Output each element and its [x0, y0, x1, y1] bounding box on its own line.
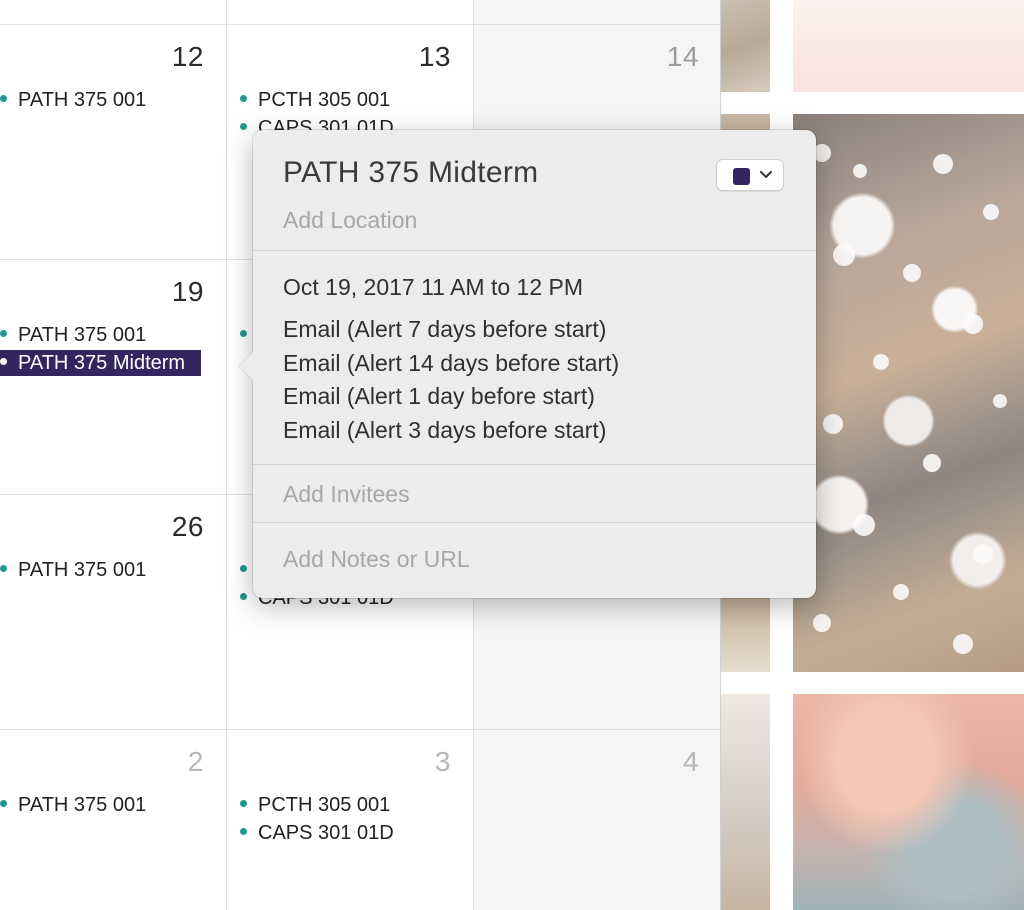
event-dot-icon — [240, 330, 247, 338]
divider — [253, 250, 816, 251]
alert-item[interactable]: Email (Alert 3 days before start) — [283, 417, 606, 444]
calendar-event[interactable]: CAPS 301 01D — [240, 820, 394, 846]
photo-tile — [721, 0, 770, 92]
alert-item[interactable]: Email (Alert 1 day before start) — [283, 383, 595, 410]
event-title[interactable]: PATH 375 Midterm — [283, 156, 538, 190]
event-dot-icon — [0, 800, 7, 808]
event-dot-icon — [240, 800, 247, 808]
calendar-event[interactable]: PATH 375 001 — [0, 322, 146, 348]
photo-tile — [793, 0, 1024, 92]
day-number: 26 — [171, 511, 204, 542]
event-detail-popover: PATH 375 Midterm Add Location Oct 19, 20… — [239, 130, 816, 598]
event-datetime[interactable]: Oct 19, 2017 11 AM to 12 PM — [283, 274, 583, 301]
divider — [253, 522, 816, 523]
event-dot-icon — [240, 593, 247, 601]
calendar-event[interactable]: PATH 375 001 — [0, 792, 146, 818]
event-dot-icon — [240, 95, 247, 103]
calendar-color-picker[interactable] — [716, 159, 784, 191]
alert-item[interactable]: Email (Alert 14 days before start) — [283, 350, 619, 377]
event-dot-icon — [240, 828, 247, 836]
day-number: 3 — [434, 746, 451, 777]
flower-photo — [793, 114, 1024, 672]
calendar-event[interactable]: PCTH 305 001 — [240, 792, 390, 818]
event-dot-icon — [0, 95, 7, 103]
day-cell-12[interactable]: 12 PATH 375 001 — [0, 25, 226, 259]
divider — [253, 464, 816, 465]
photo-tile — [721, 694, 770, 910]
event-dot-icon — [240, 565, 247, 573]
event-dot-icon — [0, 358, 7, 366]
event-dot-icon — [0, 330, 7, 338]
color-swatch — [733, 168, 750, 185]
day-number: 12 — [171, 41, 204, 72]
day-number: 19 — [171, 276, 204, 307]
day-number: 13 — [418, 41, 451, 72]
day-cell-2[interactable]: 2 PATH 375 001 — [0, 730, 226, 910]
calendar-event[interactable]: PCTH 305 001 — [240, 87, 390, 113]
event-dot-icon — [0, 565, 7, 573]
event-dot-icon — [240, 123, 247, 131]
calendar-event-selected[interactable]: PATH 375 Midterm — [0, 350, 202, 376]
add-invitees-field[interactable]: Add Invitees — [283, 481, 410, 508]
chevron-down-icon — [759, 164, 773, 189]
popover-arrow — [239, 352, 253, 380]
day-cell-3[interactable]: 3 PCTH 305 001 CAPS 301 01D — [227, 730, 473, 910]
day-number: 14 — [666, 41, 699, 72]
day-number: 4 — [682, 746, 699, 777]
day-cell-26[interactable]: 26 PATH 375 001 — [0, 495, 226, 729]
calendar-event[interactable]: PATH 375 001 — [0, 557, 146, 583]
day-cell-19[interactable]: 19 PATH 375 001 PATH 375 Midterm — [0, 260, 226, 494]
alert-item[interactable]: Email (Alert 7 days before start) — [283, 316, 606, 343]
add-location-field[interactable]: Add Location — [283, 207, 417, 234]
sky-photo — [793, 694, 1024, 910]
add-notes-field[interactable]: Add Notes or URL — [283, 546, 470, 573]
day-cell-4[interactable]: 4 — [474, 730, 721, 910]
day-number: 2 — [187, 746, 204, 777]
calendar-event[interactable]: PATH 375 001 — [0, 87, 146, 113]
